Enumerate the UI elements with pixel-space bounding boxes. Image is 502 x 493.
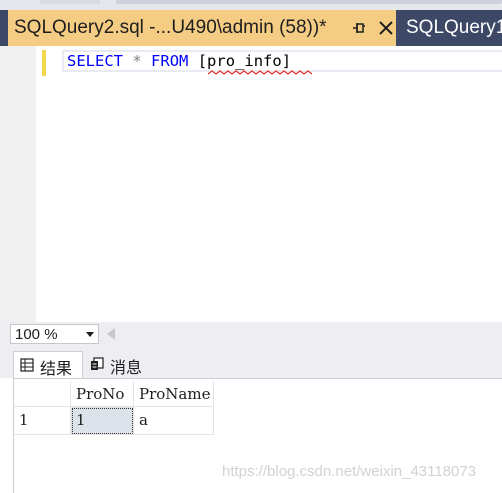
grid-cell-selected[interactable]: 1 — [71, 407, 134, 435]
row-number: 1 — [19, 411, 29, 429]
tab-title: SQLQuery2.sql -...U490\admin (58))* — [14, 17, 327, 38]
grid-icon — [20, 358, 34, 372]
table-identifier: [pro_info] — [197, 52, 292, 70]
grid-cell[interactable]: a — [134, 407, 214, 435]
results-tab-strip: 结果 消息 — [0, 346, 502, 378]
tab-results[interactable]: 结果 — [13, 351, 83, 378]
zoom-value: 100 % — [15, 326, 58, 343]
operator-star: * — [132, 52, 142, 70]
column-header-label: ProNo — [76, 385, 125, 403]
error-squiggle — [208, 70, 312, 75]
tab-sqlquery1[interactable]: SQLQuery1 — [396, 10, 502, 46]
row-number-cell[interactable]: 1 — [14, 407, 71, 435]
grid-border-top — [13, 378, 502, 379]
pin-icon[interactable] — [351, 20, 367, 36]
messages-icon — [91, 357, 104, 370]
cell-value: 1 — [76, 411, 86, 429]
editor-gutter — [0, 46, 36, 322]
results-grid[interactable]: ProNo ProName 1 1 a https://blog.csdn.ne… — [0, 378, 502, 493]
code-line-1[interactable]: SELECT * FROM [pro_info] — [67, 51, 291, 71]
cell-value: a — [139, 411, 148, 429]
close-icon[interactable] — [376, 18, 396, 38]
chevron-down-icon — [86, 332, 94, 337]
top-scroll-track — [116, 0, 502, 4]
keyword-select: SELECT — [67, 52, 123, 70]
tab-messages-label: 消息 — [110, 360, 143, 377]
zoom-row: 100 % — [0, 322, 502, 346]
tab-sqlquery2[interactable]: SQLQuery2.sql -...U490\admin (58))* — [8, 10, 396, 46]
column-header-label: ProName — [139, 385, 211, 403]
scroll-left-icon[interactable] — [107, 328, 115, 340]
tab-results-label: 结果 — [40, 361, 73, 378]
unsaved-change-marker — [42, 50, 46, 76]
zoom-dropdown[interactable]: 100 % — [10, 324, 99, 344]
tab-messages[interactable]: 消息 — [84, 351, 152, 378]
column-header-prono[interactable]: ProNo — [71, 381, 134, 407]
keyword-from: FROM — [151, 52, 189, 70]
row-header-corner[interactable] — [14, 381, 71, 407]
watermark: https://blog.csdn.net/weixin_43118073 — [222, 463, 477, 480]
column-header-proname[interactable]: ProName — [134, 381, 214, 407]
top-scroll-track-left — [40, 0, 100, 4]
top-strip — [0, 0, 502, 10]
tab-title-inactive: SQLQuery1 — [406, 17, 502, 38]
query-editor[interactable]: SELECT * FROM [pro_info] — [0, 46, 502, 322]
